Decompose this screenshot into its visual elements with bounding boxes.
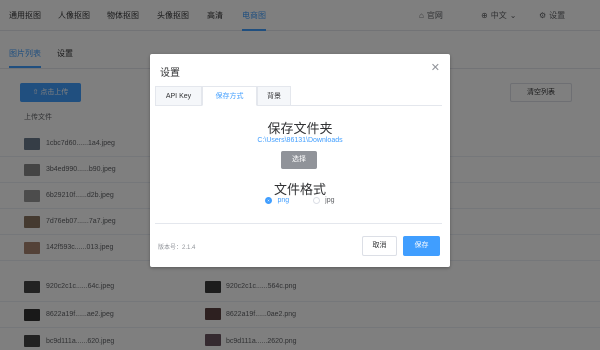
choose-folder-button[interactable]: 选择 bbox=[281, 151, 317, 169]
settings-dialog: 设置 ✕ API Key 保存方式 背景 保存文件夹 C:\Users\8613… bbox=[150, 54, 450, 267]
format-radio-png[interactable]: png bbox=[265, 197, 289, 204]
radio-checked-icon bbox=[265, 197, 273, 204]
dialog-tabs: API Key 保存方式 背景 bbox=[155, 86, 442, 106]
file-format-title: 文件格式 bbox=[273, 182, 326, 197]
radio-unchecked-icon bbox=[313, 197, 321, 204]
dialog-divider bbox=[155, 223, 442, 224]
tab-background[interactable]: 背景 bbox=[257, 86, 291, 106]
tab-save-method[interactable]: 保存方式 bbox=[202, 86, 257, 106]
close-icon[interactable]: ✕ bbox=[431, 61, 440, 74]
cancel-button[interactable]: 取消 bbox=[362, 236, 397, 256]
dialog-title: 设置 bbox=[160, 68, 180, 79]
save-path: C:\Users\86131\Downloads bbox=[257, 137, 343, 144]
format-radio-jpg[interactable]: jpg bbox=[313, 197, 335, 204]
format-radio-group: png jpg bbox=[150, 197, 450, 204]
save-button[interactable]: 保存 bbox=[403, 236, 440, 256]
version-text: 版本号：2.1.4 bbox=[158, 245, 196, 251]
save-folder-title: 保存文件夹 bbox=[267, 121, 333, 136]
tab-api-key[interactable]: API Key bbox=[155, 86, 202, 106]
